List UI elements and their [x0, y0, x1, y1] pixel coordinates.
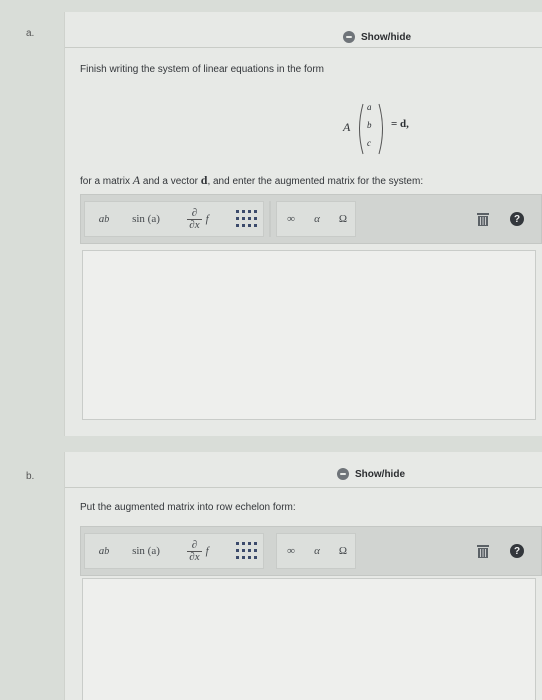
partial-top: ∂ — [191, 206, 198, 219]
question-icon: ? — [510, 544, 524, 558]
power-button[interactable]: ab — [89, 534, 119, 568]
fraction: ∂ ∂x — [187, 206, 202, 231]
partial-bottom: ∂x — [187, 550, 202, 563]
vector-entry-a: a — [367, 102, 372, 112]
math-toolbar: ab sin (a) ∂ ∂x f ∞ α Ω ? — [80, 526, 542, 576]
prompt-text: for a matrix — [80, 176, 131, 187]
partial-f: f — [205, 545, 209, 557]
trash-button[interactable] — [473, 202, 493, 236]
sin-label: sin (a) — [132, 545, 160, 557]
matrix-button[interactable] — [229, 202, 263, 236]
divider — [65, 47, 542, 48]
part-a-prompt-2: for a matrix A and a vector d, and enter… — [80, 173, 423, 188]
collapse-icon — [337, 468, 349, 480]
part-a-prompt-1: Finish writing the system of linear equa… — [80, 64, 324, 75]
infinity-button[interactable]: ∞ — [281, 202, 301, 236]
trash-icon — [477, 213, 489, 226]
infinity-symbol: ∞ — [287, 213, 295, 225]
omega-symbol: Ω — [338, 213, 348, 225]
partial-bottom: ∂x — [187, 218, 202, 231]
alpha-symbol: α — [314, 545, 320, 557]
alpha-button[interactable]: α — [307, 534, 327, 568]
showhide-label: Show/hide — [355, 468, 405, 480]
fraction: ∂ ∂x — [187, 538, 202, 563]
part-a-answer-input[interactable] — [82, 250, 536, 420]
infinity-button[interactable]: ∞ — [281, 534, 301, 568]
matrix-symbol: A — [343, 120, 351, 134]
toolbar-group-matrix — [269, 201, 271, 237]
partial-top: ∂ — [191, 538, 198, 551]
help-button[interactable]: ? — [507, 534, 527, 568]
part-b-prompt: Put the augmented matrix into row echelo… — [80, 502, 296, 513]
equation: A a b c = d, — [343, 100, 433, 156]
power-button[interactable]: ab — [89, 202, 119, 236]
trash-button[interactable] — [473, 534, 493, 568]
omega-button[interactable]: Ω — [333, 202, 353, 236]
sin-button[interactable]: sin (a) — [123, 534, 169, 568]
matrix-button[interactable] — [229, 534, 263, 568]
equation-rhs: = d, — [391, 118, 409, 130]
help-button[interactable]: ? — [507, 202, 527, 236]
part-b-label: b. — [26, 471, 35, 482]
prompt-text: and a vector — [142, 176, 198, 187]
infinity-symbol: ∞ — [287, 545, 295, 557]
part-b-answer-input[interactable] — [82, 578, 536, 700]
part-a-label: a. — [26, 28, 35, 39]
partial-f: f — [205, 213, 209, 225]
sin-label: sin (a) — [132, 213, 160, 225]
showhide-label: Show/hide — [361, 31, 411, 43]
question-icon: ? — [510, 212, 524, 226]
omega-symbol: Ω — [338, 545, 348, 557]
power-exp: b — [104, 213, 110, 225]
matrix-symbol: A — [132, 173, 141, 187]
alpha-button[interactable]: α — [307, 202, 327, 236]
partial-derivative-button[interactable]: ∂ ∂x f — [173, 202, 223, 236]
part-a-showhide-button[interactable]: Show/hide — [343, 31, 411, 43]
math-toolbar: ab sin (a) ∂ ∂x f ∞ α Ω ? — [80, 194, 542, 244]
divider — [65, 487, 542, 488]
collapse-icon — [343, 31, 355, 43]
power-exp: b — [104, 545, 110, 557]
sin-button[interactable]: sin (a) — [123, 202, 169, 236]
matrix-grid-icon — [236, 210, 257, 227]
alpha-symbol: α — [314, 213, 320, 225]
part-b-showhide-button[interactable]: Show/hide — [337, 468, 405, 480]
vector-entry-c: c — [367, 138, 371, 148]
trash-icon — [477, 545, 489, 558]
partial-derivative-button[interactable]: ∂ ∂x f — [173, 534, 223, 568]
prompt-text: , and enter the augmented matrix for the… — [207, 176, 424, 187]
vector-entry-b: b — [367, 120, 372, 130]
matrix-grid-icon — [236, 542, 257, 559]
omega-button[interactable]: Ω — [333, 534, 353, 568]
